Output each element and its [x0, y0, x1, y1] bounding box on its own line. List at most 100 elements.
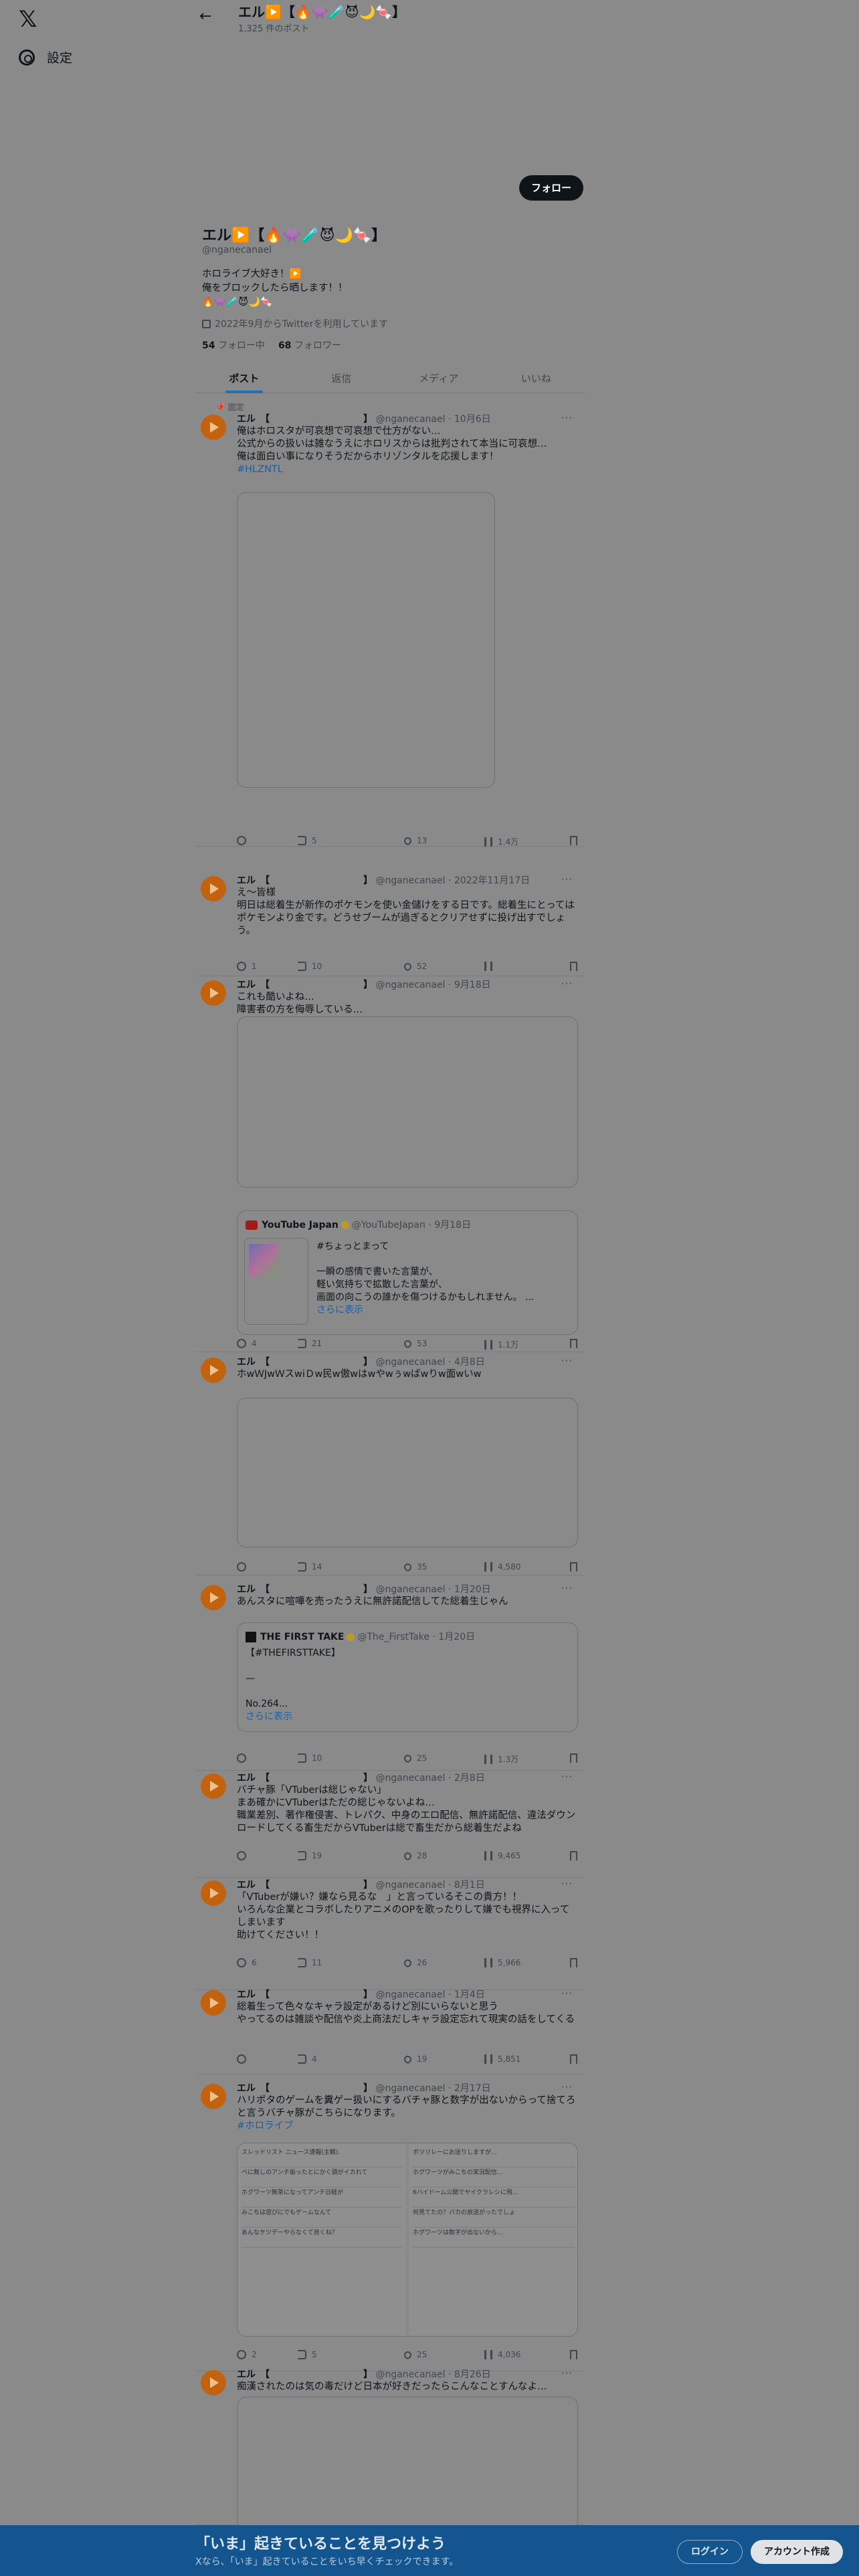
create-account-button[interactable]: アカウント作成	[751, 2540, 843, 2564]
retweet-button[interactable]: 10	[297, 1753, 322, 1763]
reply-button[interactable]: 6	[237, 1958, 257, 1967]
tweet-date[interactable]: 2月8日	[454, 1773, 485, 1784]
author-name[interactable]: エル 【 】	[237, 1880, 373, 1891]
tweet[interactable]: エル 【 】 @nganecanael · 8月1日 ··· 「VTuberが嫌い？…	[195, 1878, 585, 1990]
retweet-button[interactable]: 10	[297, 962, 322, 971]
media-card[interactable]	[237, 1016, 578, 1188]
author-handle[interactable]: @nganecanael	[375, 1584, 445, 1595]
author-name[interactable]: エル 【 】	[237, 1584, 373, 1595]
more-options-icon[interactable]: ···	[561, 1988, 573, 2000]
media-card[interactable]	[237, 492, 495, 788]
tab-posts[interactable]: ポスト	[195, 366, 293, 393]
author-name[interactable]: エル 【 】	[237, 1357, 373, 1368]
like-button[interactable]: 28	[402, 1850, 427, 1861]
retweet-button[interactable]: 21	[297, 1339, 322, 1348]
author-name[interactable]: エル 【 】	[237, 875, 373, 886]
tweet-date[interactable]: 8月26日	[454, 2369, 491, 2380]
quoted-post[interactable]: YouTube Japan @YouTubeJapan · 9月18日 #ちょっとま…	[237, 1210, 578, 1335]
more-options-icon[interactable]: ···	[561, 1355, 573, 1367]
bookmark-button[interactable]	[570, 836, 577, 845]
reply-button[interactable]	[237, 1753, 252, 1763]
reply-button[interactable]: 2	[237, 2350, 257, 2359]
like-button[interactable]: 13	[402, 835, 427, 846]
bookmark-button[interactable]	[570, 962, 577, 971]
more-options-icon[interactable]: ···	[561, 978, 573, 990]
avatar[interactable]	[201, 1774, 226, 1799]
like-button[interactable]: 52	[402, 961, 427, 972]
tweet-date[interactable]: 1月4日	[454, 1990, 485, 2000]
author-handle[interactable]: @nganecanael	[375, 980, 445, 990]
more-options-icon[interactable]: ···	[561, 1771, 573, 1783]
reply-button[interactable]	[237, 1562, 252, 1572]
author-name[interactable]: エル 【 】	[237, 980, 373, 990]
tweet-date[interactable]: 2022年11月17日	[454, 875, 530, 886]
tweet-date[interactable]: 8月1日	[454, 1880, 485, 1891]
login-button[interactable]: ログイン	[677, 2540, 743, 2564]
like-button[interactable]: 35	[402, 1562, 427, 1572]
retweet-button[interactable]: 5	[297, 836, 317, 845]
views-button[interactable]: 4,580	[484, 1562, 520, 1572]
bookmark-button[interactable]	[570, 1958, 577, 1967]
bookmark-button[interactable]	[570, 2350, 577, 2359]
retweet-button[interactable]: 11	[297, 1958, 322, 1967]
like-button[interactable]: 25	[402, 2349, 427, 2360]
tweet-date[interactable]: 1月20日	[454, 1584, 491, 1595]
bookmark-button[interactable]	[570, 1851, 577, 1860]
tweet-date[interactable]: 2月17日	[454, 2083, 491, 2094]
views-button[interactable]	[484, 962, 498, 971]
author-name[interactable]: エル 【 】	[237, 2083, 373, 2094]
bookmark-button[interactable]	[570, 1339, 577, 1348]
follow-button[interactable]: フォロー	[519, 175, 583, 201]
author-handle[interactable]: @nganecanael	[375, 2083, 445, 2094]
views-button[interactable]: 4,036	[484, 2350, 520, 2359]
avatar[interactable]	[201, 1881, 226, 1906]
show-more-link[interactable]: さらに表示	[246, 1711, 567, 1723]
tweet[interactable]: エル 【 】 @nganecanael · 9月18日 ··· これも酷いよね… 障害…	[195, 978, 585, 1352]
reply-button[interactable]: 4	[237, 1339, 257, 1348]
retweet-button[interactable]: 4	[297, 2054, 317, 2064]
tab-replies[interactable]: 返信	[293, 366, 391, 393]
tweet-date[interactable]: 4月8日	[454, 1357, 485, 1368]
tweet-date[interactable]: 9月18日	[454, 980, 491, 990]
views-button[interactable]: 5,966	[484, 1958, 520, 1967]
bookmark-button[interactable]	[570, 2054, 577, 2064]
author-handle[interactable]: @nganecanael	[375, 875, 445, 886]
screenshot-images[interactable]: スレッドリスト ニュース速報(主観). ベに無しのアンチ垢ったとにかく頭がイカれて…	[237, 2143, 578, 2337]
x-logo-icon[interactable]: 𝕏	[19, 8, 41, 31]
retweet-button[interactable]: 5	[297, 2350, 317, 2359]
reply-button[interactable]	[237, 1851, 252, 1860]
show-more-link[interactable]: さらに表示	[316, 1304, 571, 1317]
tweet[interactable]: エル 【 】 @nganecanael · 1月20日 ··· あんスタに喧嘩を売っ…	[195, 1582, 585, 1771]
hashtag-link[interactable]: #ホロライブ	[237, 2120, 578, 2133]
avatar[interactable]	[201, 2370, 226, 2395]
avatar[interactable]	[201, 1990, 226, 2016]
nav-settings-link[interactable]: 設定	[19, 48, 72, 66]
author-handle[interactable]: @nganecanael	[375, 1357, 445, 1368]
views-button[interactable]: 1.3万	[484, 1753, 518, 1765]
tweet[interactable]: エル 【 】 @nganecanael · 1月4日 ··· 総着生って色々なキャラ…	[195, 1988, 585, 2074]
avatar[interactable]	[201, 980, 226, 1006]
media-card[interactable]	[237, 2397, 578, 2531]
quoted-post[interactable]: THE FIRST TAKE @The_FirstTake · 1月20日 【#TH…	[237, 1622, 578, 1732]
reply-button[interactable]	[237, 836, 252, 845]
avatar[interactable]	[201, 2084, 226, 2109]
author-name[interactable]: エル 【 】	[237, 1773, 373, 1784]
views-button[interactable]: 1.1万	[484, 1339, 518, 1350]
more-options-icon[interactable]: ···	[561, 412, 573, 424]
avatar[interactable]	[201, 415, 226, 440]
more-options-icon[interactable]: ···	[561, 1582, 573, 1594]
views-button[interactable]: 5,851	[484, 2054, 520, 2064]
avatar[interactable]	[201, 1585, 226, 1610]
more-options-icon[interactable]: ···	[561, 2081, 573, 2093]
hashtag-link[interactable]: #HLZNTL	[237, 463, 578, 476]
author-handle[interactable]: @nganecanael	[375, 2369, 445, 2380]
avatar[interactable]	[201, 1358, 226, 1383]
tab-likes[interactable]: いいね	[488, 366, 585, 393]
retweet-button[interactable]: 14	[297, 1562, 322, 1572]
tweet[interactable]: エル 【 】 @nganecanael · 8月26日 ··· 痴漢されたのは気の毒…	[195, 2367, 585, 2531]
more-options-icon[interactable]: ···	[561, 873, 573, 885]
tweet[interactable]: エル 【 】 @nganecanael · 2022年11月17日 ··· え～皆様…	[195, 873, 585, 976]
author-name[interactable]: エル 【 】	[237, 1990, 373, 2000]
media-card[interactable]	[237, 1398, 578, 1547]
author-name[interactable]: エル 【 】	[237, 414, 373, 425]
